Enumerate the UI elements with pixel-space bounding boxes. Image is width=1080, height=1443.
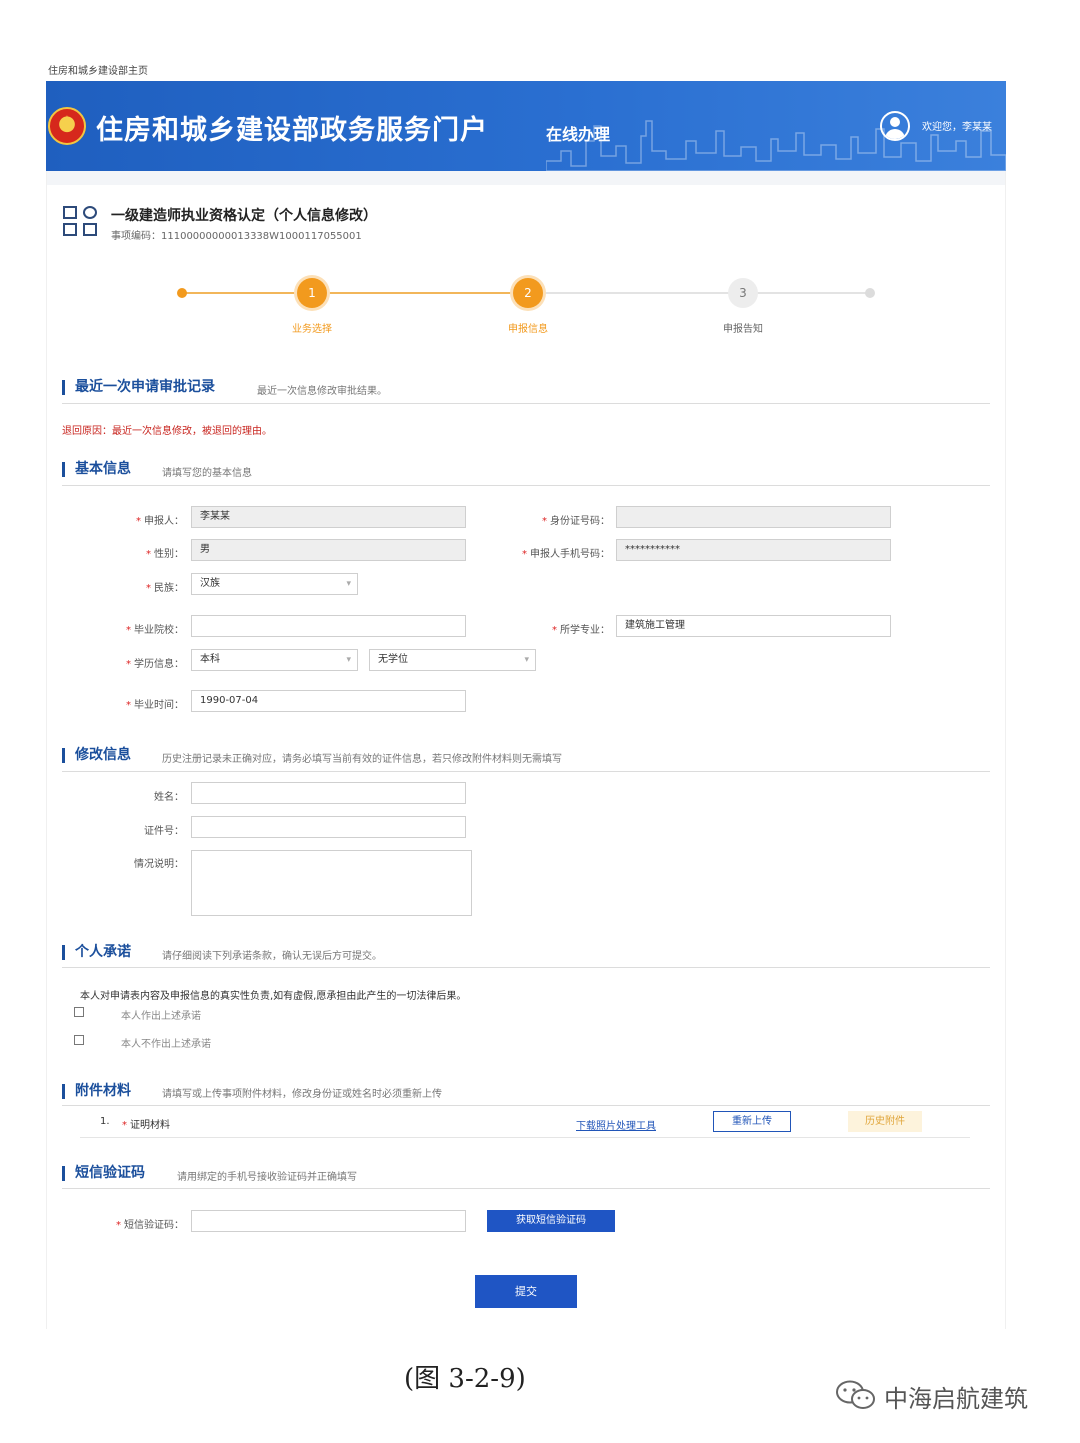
wechat-icon [836,1380,875,1409]
degree-select[interactable]: 无学位 [369,649,536,671]
section-desc-attach: 请填写或上传事项附件材料，修改身份证或姓名时必须重新上传 [162,1089,442,1100]
step-2-circle: 2 [513,278,543,308]
ethnicity-select[interactable]: 汉族 [191,573,358,595]
phone-label: * 申报人手机号码： [522,549,610,560]
agree-label: 本人作出上述承诺 [121,1011,201,1022]
grad-date-label: * 毕业时间： [126,700,184,711]
step-2-label: 申报信息 [508,324,548,335]
section-desc-sms: 请用绑定的手机号接收验证码并正确填写 [177,1172,357,1183]
major-input[interactable]: 建筑施工管理 [616,615,891,637]
sms-code-input[interactable] [191,1210,466,1232]
attachment-name: * 证明材料 [122,1120,170,1131]
section-title-basic: 基本信息 [62,462,131,477]
section-divider [62,771,990,772]
attachment-row-divider [80,1137,970,1138]
step-start-dot [177,288,187,298]
new-name-input[interactable] [191,782,466,804]
item-code: 事项编码：11100000000013338W1000117055001 [111,231,362,242]
form-title: 一级建造师执业资格认定（个人信息修改） [111,208,377,224]
id-number-field [616,506,891,528]
commitment-statement: 本人对申请表内容及申报信息的真实性负责,如有虚假,愿承担由此产生的一切法律后果。 [80,991,467,1002]
watermark-text: 中海启航建筑 [884,1385,1028,1413]
cert-no-label: 证件号： [144,826,184,837]
section-title-sms: 短信验证码 [62,1166,145,1181]
section-divider [62,1188,990,1189]
section-title-recent: 最近一次申请审批记录 [62,380,215,395]
progress-line-pending [528,292,870,294]
cert-no-input[interactable] [191,816,466,838]
progress-line-done [182,292,528,294]
attachment-number: 1. [100,1116,110,1127]
disagree-label: 本人不作出上述承诺 [121,1039,211,1050]
portal-title: 住房和城乡建设部政务服务门户 [96,115,488,146]
step-1-circle: 1 [297,278,327,308]
section-divider [62,967,990,968]
get-sms-code-button[interactable]: 获取短信验证码 [487,1210,615,1232]
gender-label: * 性别： [146,549,184,560]
step-end-dot [865,288,875,298]
section-title-attach: 附件材料 [62,1084,131,1099]
user-avatar-icon[interactable] [880,111,910,141]
service-grid-icon [63,206,99,238]
school-label: * 毕业院校： [126,625,184,636]
major-label: * 所学专业： [552,625,610,636]
agree-checkbox[interactable] [74,1007,84,1017]
welcome-text: 欢迎您，李某某 [922,122,992,133]
section-desc-modify: 历史注册记录未正确对应，请务必填写当前有效的证件信息，若只修改附件材料则无需填写 [162,754,562,765]
section-title-modify: 修改信息 [62,748,131,763]
sms-code-label: * 短信验证码： [116,1220,184,1231]
applicant-field: 李某某 [191,506,466,528]
header-banner: ★ 住房和城乡建设部政务服务门户 在线办理 欢迎您，李某某 [46,81,1006,171]
section-divider [62,403,990,404]
ethnicity-label: * 民族： [146,583,184,594]
section-divider [62,485,990,486]
download-photo-tool-link[interactable]: 下载照片处理工具 [576,1117,656,1132]
disagree-checkbox[interactable] [74,1035,84,1045]
school-input[interactable] [191,615,466,637]
new-name-label: 姓名： [154,792,184,803]
section-desc-basic: 请填写您的基本信息 [162,468,252,479]
section-desc-recent: 最近一次信息修改审批结果。 [257,386,387,397]
figure-caption: (图 3-2-9) [404,1364,526,1394]
grad-date-input[interactable]: 1990-07-04 [191,690,466,712]
education-select[interactable]: 本科 [191,649,358,671]
reject-reason: 退回原因：最近一次信息修改，被退回的理由。 [62,426,272,437]
id-number-label: * 身份证号码： [542,516,610,527]
reupload-button[interactable]: 重新上传 [713,1111,791,1132]
national-emblem-icon: ★ [48,107,86,145]
gender-field: 男 [191,539,466,561]
applicant-label: * 申报人： [136,516,184,527]
portal-home-link[interactable]: 住房和城乡建设部主页 [48,62,148,77]
phone-field: *********** [616,539,891,561]
note-label: 情况说明： [134,859,184,870]
section-desc-commit: 请仔细阅读下列承诺条款，确认无误后方可提交。 [162,951,382,962]
history-attachment-button[interactable]: 历史附件 [848,1111,922,1132]
section-divider [62,1105,990,1106]
section-title-commit: 个人承诺 [62,945,131,960]
education-label: * 学历信息： [126,659,184,670]
submit-button[interactable]: 提交 [475,1275,577,1308]
step-3-label: 申报告知 [723,324,763,335]
note-textarea[interactable] [191,850,472,916]
step-3-circle: 3 [728,278,758,308]
step-1-label: 业务选择 [292,324,332,335]
